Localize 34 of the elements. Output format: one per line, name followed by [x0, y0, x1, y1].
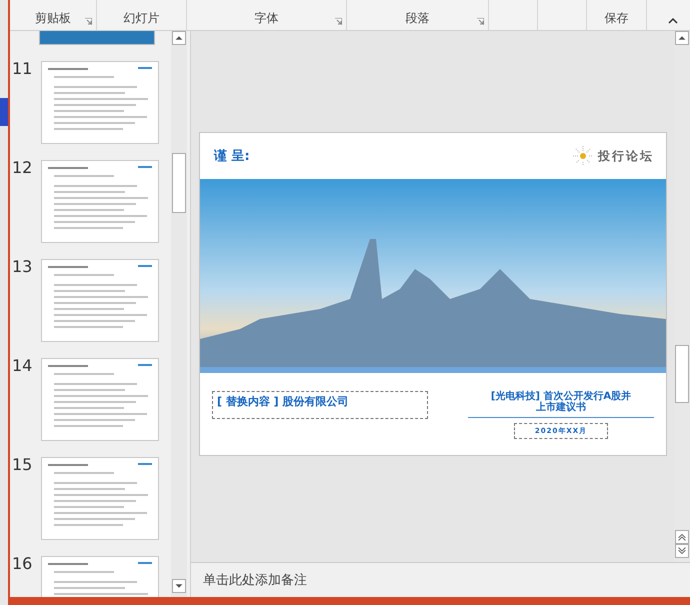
scrollbar-thumb[interactable] — [675, 345, 689, 403]
dialog-launcher-icon[interactable] — [335, 18, 342, 25]
scroll-down-icon[interactable] — [172, 579, 186, 593]
next-slide-icon[interactable] — [675, 544, 689, 558]
ribbon-group-label: 段落 — [406, 10, 430, 27]
previous-slide-icon[interactable] — [675, 530, 689, 544]
slide-number: 11 — [11, 61, 34, 80]
slide-thumbnail[interactable] — [41, 358, 159, 441]
scroll-up-icon[interactable] — [675, 31, 689, 45]
notes-placeholder: 单击此处添加备注 — [203, 572, 307, 589]
sun-logo-icon — [572, 145, 594, 167]
slide-thumbnail[interactable] — [41, 61, 159, 144]
ribbon-group-label: 保存 — [604, 10, 628, 27]
ribbon-group-label: 剪贴板 — [35, 10, 71, 27]
slide-thumbnail[interactable] — [39, 31, 155, 45]
slide-number: 14 — [11, 358, 34, 377]
ribbon-group-label: 字体 — [254, 10, 278, 27]
slide-number: 16 — [11, 556, 34, 575]
scroll-up-icon[interactable] — [172, 31, 186, 45]
greeting-text: 谨 呈: — [214, 148, 250, 165]
slide-thumbnail[interactable] — [41, 457, 159, 540]
scrollbar-thumb[interactable] — [172, 153, 186, 213]
slide-thumbnail[interactable] — [41, 160, 159, 243]
company-name-text: [ 替换内容 ] 股份有限公司 — [212, 391, 428, 419]
slide-number: 12 — [11, 160, 34, 179]
logo-text: 投行论坛 — [598, 148, 654, 164]
collapse-ribbon-icon[interactable] — [668, 17, 678, 24]
slide-number: 15 — [11, 457, 34, 476]
dialog-launcher-icon[interactable] — [477, 18, 484, 25]
slide-number: 13 — [11, 259, 34, 278]
slide-thumbnail[interactable] — [41, 259, 159, 342]
dialog-launcher-icon[interactable] — [85, 18, 92, 25]
ribbon-group-label: 幻灯片 — [124, 10, 160, 27]
title-text: [光电科技] 首次公开发行A股并上市建议书 — [468, 391, 654, 418]
